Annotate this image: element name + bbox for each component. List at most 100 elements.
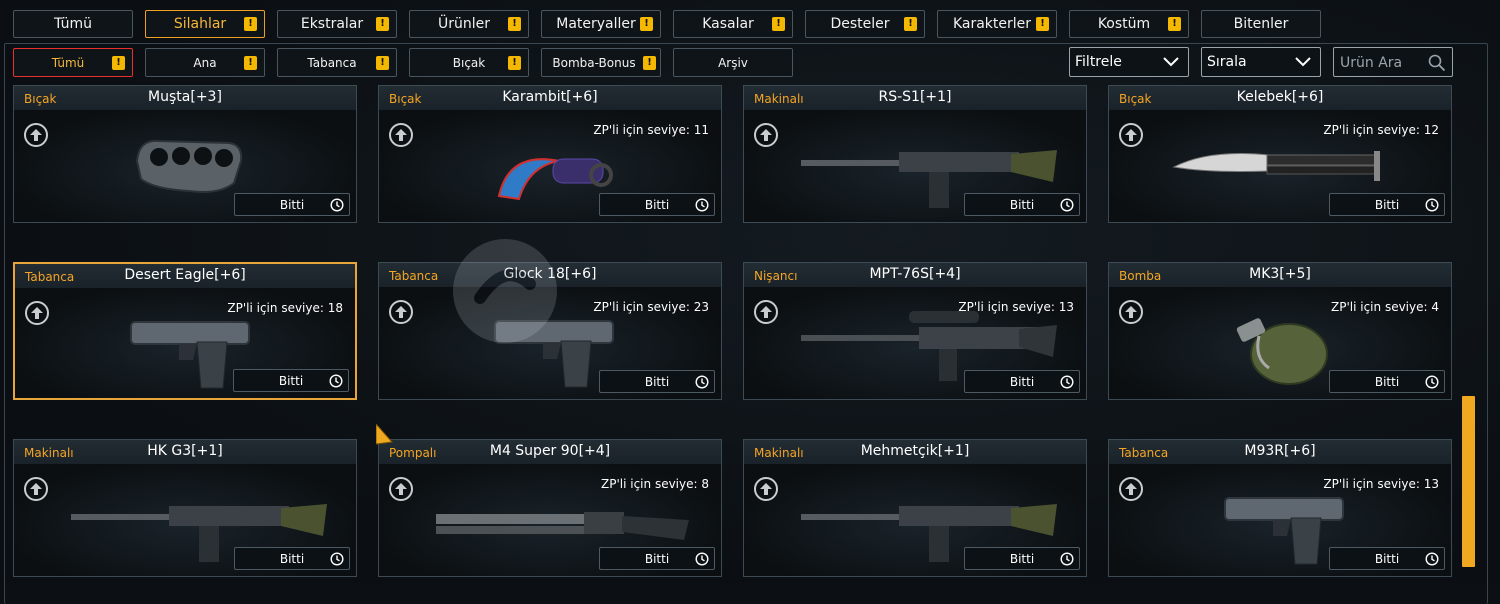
item-card[interactable]: Tabanca Desert Eagle[+6] ZP'li için seviye… — [13, 262, 357, 400]
finished-button[interactable]: Bitti — [964, 193, 1080, 216]
upgrade-arrow-icon[interactable] — [25, 301, 49, 325]
sort-dropdown[interactable]: Sırala — [1201, 47, 1321, 77]
search-input[interactable] — [1338, 53, 1432, 73]
subtab-label: Tümü — [51, 55, 85, 70]
item-card[interactable]: Pompalı M4 Super 90[+4] ZP'li için seviye:… — [378, 439, 722, 577]
zp-level-requirement: ZP'li için seviye: 11 — [593, 123, 709, 137]
tab-products[interactable]: Ürünler! — [409, 10, 529, 38]
clock-icon — [1425, 375, 1439, 389]
tab-characters[interactable]: Karakterler! — [937, 10, 1057, 38]
clock-icon — [695, 198, 709, 212]
finished-button[interactable]: Bitti — [599, 370, 715, 393]
zp-level-requirement: ZP'li için seviye: 12 — [1323, 123, 1439, 137]
upgrade-arrow-icon[interactable] — [754, 123, 778, 147]
clock-icon — [1060, 552, 1074, 566]
item-card[interactable]: Tabanca Glock 18[+6] ZP'li için seviye: 23… — [378, 262, 722, 400]
finished-label: Bitti — [644, 551, 670, 566]
upgrade-arrow-icon[interactable] — [389, 300, 413, 324]
card-header: Tabanca Desert Eagle[+6] — [15, 264, 355, 288]
card-header: Tabanca M93R[+6] — [1109, 440, 1451, 464]
tab-costume[interactable]: Kostüm! — [1069, 10, 1189, 38]
filter-dropdown[interactable]: Filtrele — [1069, 47, 1189, 77]
finished-button[interactable]: Bitti — [599, 547, 715, 570]
tab-all[interactable]: Tümü — [13, 10, 133, 38]
upgrade-arrow-icon[interactable] — [389, 477, 413, 501]
tab-weapons[interactable]: Silahlar! — [145, 10, 265, 38]
warning-icon: ! — [244, 55, 257, 70]
item-name: Glock 18[+6] — [503, 266, 597, 282]
item-name: Muşta[+3] — [148, 89, 222, 105]
item-card[interactable]: Bıçak Karambit[+6] ZP'li için seviye: 11 Bi… — [378, 85, 722, 223]
warning-icon: ! — [1168, 17, 1181, 31]
scrollbar-thumb[interactable] — [1462, 396, 1475, 567]
clock-icon — [695, 552, 709, 566]
warning-icon: ! — [904, 17, 917, 31]
upgrade-arrow-icon[interactable] — [24, 477, 48, 501]
finished-button[interactable]: Bitti — [964, 370, 1080, 393]
item-card[interactable]: Tabanca M93R[+6] ZP'li için seviye: 13 Bitt… — [1108, 439, 1452, 577]
item-card[interactable]: Makinalı Mehmetçik[+1] Bitti — [743, 439, 1087, 577]
tab-label: Ürünler — [437, 16, 490, 32]
upgrade-arrow-icon[interactable] — [1119, 123, 1143, 147]
finished-label: Bitti — [1009, 374, 1035, 389]
warning-icon: ! — [376, 55, 389, 70]
upgrade-arrow-icon[interactable] — [754, 477, 778, 501]
clock-icon — [695, 375, 709, 389]
item-card[interactable]: Bıçak Kelebek[+6] ZP'li için seviye: 12 Bit… — [1108, 85, 1452, 223]
warning-icon: ! — [112, 55, 125, 70]
warning-icon: ! — [643, 55, 656, 70]
item-name: MK3[+5] — [1249, 266, 1311, 282]
item-card[interactable]: Bıçak Muşta[+3] Bitti — [13, 85, 357, 223]
clock-icon — [330, 198, 344, 212]
zp-level-requirement: ZP'li için seviye: 13 — [1323, 477, 1439, 491]
tab-label: Silahlar — [173, 16, 227, 32]
tab-label: Materyaller — [556, 16, 636, 32]
subtab-label: Tabanca — [307, 55, 357, 70]
clock-icon — [1060, 198, 1074, 212]
tab-decks[interactable]: Desteler! — [805, 10, 925, 38]
item-name: Mehmetçik[+1] — [860, 443, 970, 459]
subtab-pistol[interactable]: Tabanca! — [277, 48, 397, 77]
item-card[interactable]: Makinalı HK G3[+1] Bitti — [13, 439, 357, 577]
warning-icon: ! — [1036, 17, 1049, 31]
clock-icon — [330, 552, 344, 566]
subtab-all[interactable]: Tümü! — [13, 48, 133, 77]
upgrade-arrow-icon[interactable] — [754, 300, 778, 324]
finished-button[interactable]: Bitti — [964, 547, 1080, 570]
finished-button[interactable]: Bitti — [1329, 193, 1445, 216]
subtab-grenade-bonus[interactable]: Bomba-Bonus! — [541, 48, 661, 77]
chevron-down-icon — [1163, 57, 1179, 67]
subtab-archive[interactable]: Arşiv — [673, 48, 793, 77]
upgrade-arrow-icon[interactable] — [1119, 300, 1143, 324]
item-card[interactable]: Bomba MK3[+5] ZP'li için seviye: 4 Bitti — [1108, 262, 1452, 400]
tab-label: Ekstralar — [300, 16, 364, 32]
upgrade-arrow-icon[interactable] — [24, 123, 48, 147]
upgrade-arrow-icon[interactable] — [1119, 477, 1143, 501]
warning-icon: ! — [508, 55, 521, 70]
finished-label: Bitti — [644, 374, 670, 389]
tab-cases[interactable]: Kasalar! — [673, 10, 793, 38]
tab-materials[interactable]: Materyaller! — [541, 10, 661, 38]
item-card[interactable]: Makinalı RS-S1[+1] Bitti — [743, 85, 1087, 223]
finished-label: Bitti — [278, 373, 304, 388]
item-name: HK G3[+1] — [147, 443, 223, 459]
finished-button[interactable]: Bitti — [1329, 370, 1445, 393]
finished-button[interactable]: Bitti — [1329, 547, 1445, 570]
finished-button[interactable]: Bitti — [234, 193, 350, 216]
finished-label: Bitti — [1009, 551, 1035, 566]
upgrade-arrow-icon[interactable] — [389, 123, 413, 147]
product-search[interactable] — [1333, 47, 1453, 77]
finished-button[interactable]: Bitti — [234, 547, 350, 570]
subtab-knife[interactable]: Bıçak! — [409, 48, 529, 77]
search-icon[interactable] — [1428, 54, 1446, 72]
item-card[interactable]: Nişancı MPT-76S[+4] ZP'li için seviye: 13 B… — [743, 262, 1087, 400]
clock-icon — [329, 374, 343, 388]
tab-finished[interactable]: Bitenler — [1201, 10, 1321, 38]
item-name: Desert Eagle[+6] — [124, 267, 246, 283]
subtab-main[interactable]: Ana! — [145, 48, 265, 77]
finished-label: Bitti — [1009, 197, 1035, 212]
finished-button[interactable]: Bitti — [233, 369, 349, 392]
tab-extras[interactable]: Ekstralar! — [277, 10, 397, 38]
mouse-cursor-icon — [376, 424, 394, 445]
finished-button[interactable]: Bitti — [599, 193, 715, 216]
